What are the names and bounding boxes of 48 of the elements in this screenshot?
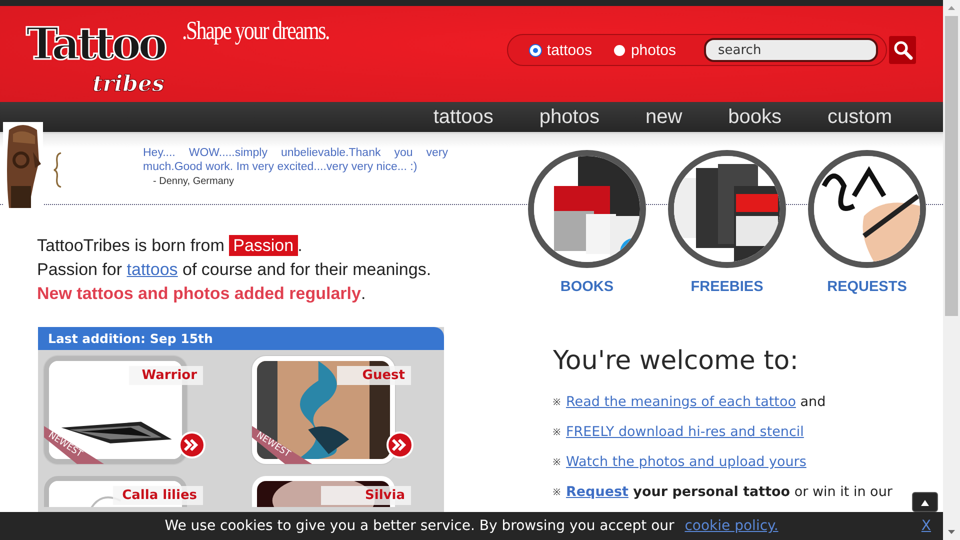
bullet-icon: ※ [553,392,561,413]
back-to-top-button[interactable] [912,492,938,512]
close-link[interactable]: X [921,518,931,534]
brace-icon [53,152,63,188]
text-link[interactable]: Request [566,484,628,500]
bullet-icon: ※ [553,482,561,503]
testimonial-author: - Denny, Germany [153,176,235,187]
feature-link[interactable]: FREEBIES [690,279,764,295]
search-field[interactable]: search [704,38,878,62]
radio-icon[interactable] [530,44,541,56]
feature-link[interactable]: BOOKS [560,279,614,295]
card-title: Guest [337,366,411,385]
text-link[interactable]: Watch the photos and upload yours [566,454,806,470]
text-link[interactable]: FREELY download hi-res and stencil [566,424,804,440]
welcome-item: Request your personal tattoo or win it in our [566,483,894,502]
nav-link[interactable]: tattoos [433,106,494,128]
scrollbar[interactable] [943,0,960,540]
radio-option[interactable]: tattoos [530,42,592,58]
intro-text: TattooTribes is born from Passion . [37,234,304,258]
intro-text: Passion for tattoos of course and for their meanings. [37,259,432,281]
nav-link[interactable]: books [728,106,782,128]
scroll-down-icon[interactable] [947,529,956,535]
card-title: Silvia [321,486,411,505]
bullet-icon: ※ [553,422,561,443]
cookie-policy-link[interactable]: cookie policy. [684,518,778,534]
gallery-header: Last addition: Sep 15th [38,327,444,350]
bullet-icon: ※ [553,452,561,473]
welcome-item: Read the meanings of each tattoo and [566,393,827,412]
nav-link[interactable]: new [645,106,682,128]
site-logo[interactable]: Tattoo tribes [22,20,168,98]
search-button[interactable] [889,36,916,64]
feature-link[interactable]: REQUESTS [827,279,907,295]
welcome-heading: You're welcome to: [553,346,800,376]
text-link[interactable]: Read the meanings of each tattoo [566,394,796,410]
testimonial-quote: Hey.... WOW.....simply unbelievable.Thank you very much.Good work. Im very excited....very very nice... :) [143,146,448,174]
search-icon [892,40,912,60]
radio-option[interactable]: photos [614,42,676,58]
cookie-notice: We use cookies to give you a better service. By browsing you accept our [164,518,676,534]
radio-icon[interactable] [614,44,625,56]
text-link[interactable]: tattoos [126,260,178,279]
scroll-thumb[interactable] [945,16,958,316]
nav-link[interactable]: custom [828,106,892,128]
card-title: Calla lilies [113,486,203,505]
nav-link[interactable]: photos [539,106,600,128]
caret-icon [920,499,930,507]
card-title: Warrior [129,366,203,385]
tagline: .Shape your dreams. [182,16,330,46]
intro-text: New tattoos and photos added regularly. [37,283,367,305]
